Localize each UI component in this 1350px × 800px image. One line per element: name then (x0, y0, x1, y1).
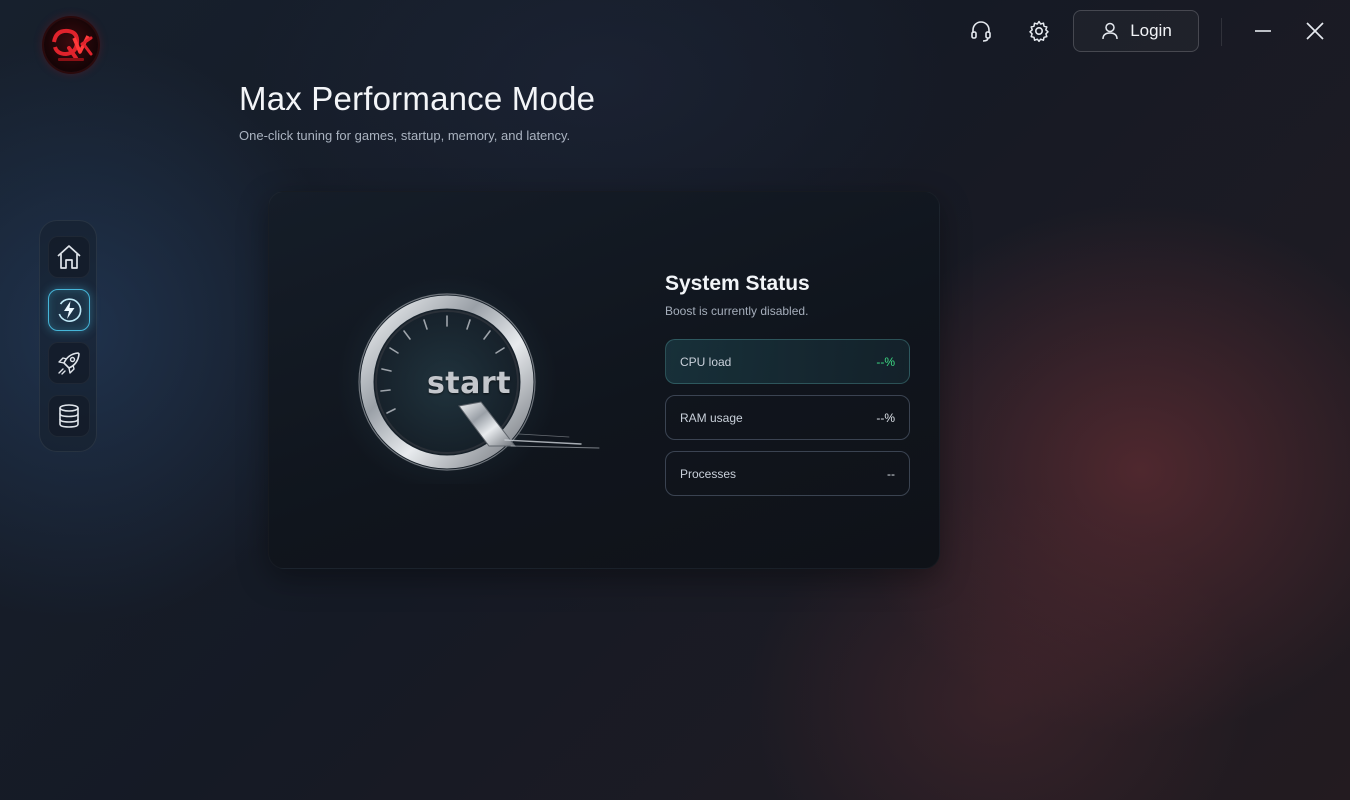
sidebar-item-startup[interactable] (48, 342, 90, 384)
page-title: Max Performance Mode (239, 80, 596, 117)
stat-label: Processes (680, 466, 737, 481)
boost-card: start System Status Boost is currently d… (268, 191, 940, 569)
settings-button[interactable] (1018, 10, 1060, 52)
stat-value: -- (887, 466, 895, 481)
lightning-icon (58, 298, 82, 322)
close-button[interactable] (1294, 10, 1336, 52)
stat-label: CPU load (680, 354, 732, 369)
status-text: Boost is currently disabled. (665, 304, 809, 318)
stat-label: RAM usage (680, 410, 743, 425)
stat-ram-usage: RAM usage --% (665, 395, 910, 440)
close-icon (1306, 22, 1324, 40)
user-icon (1102, 22, 1118, 40)
topbar-divider (1221, 18, 1222, 46)
login-label: Login (1130, 21, 1172, 40)
minimize-button[interactable] (1242, 10, 1284, 52)
sidebar-item-home[interactable] (48, 236, 90, 278)
app-logo (44, 18, 98, 72)
home-icon (57, 245, 81, 269)
sidebar-item-boost[interactable] (48, 289, 90, 331)
login-button[interactable]: Login (1073, 10, 1199, 52)
status-title: System Status (665, 272, 810, 295)
rocket-icon (58, 352, 80, 375)
stat-value: --% (876, 410, 895, 425)
stat-value: --% (876, 354, 895, 369)
page-subtitle: One-click tuning for games, startup, mem… (239, 128, 571, 143)
start-button[interactable]: start (329, 274, 609, 494)
minimize-icon (1255, 30, 1271, 32)
qvk-logo-icon (52, 28, 93, 61)
sidebar-item-storage[interactable] (48, 395, 90, 437)
stat-cpu-load: CPU load --% (665, 339, 910, 384)
database-icon (59, 404, 79, 428)
sidebar-nav (39, 220, 97, 452)
stat-processes: Processes -- (665, 451, 910, 496)
gear-icon (1029, 20, 1049, 43)
support-button[interactable] (960, 10, 1002, 52)
start-label: start (426, 366, 512, 401)
headset-icon (971, 21, 991, 42)
